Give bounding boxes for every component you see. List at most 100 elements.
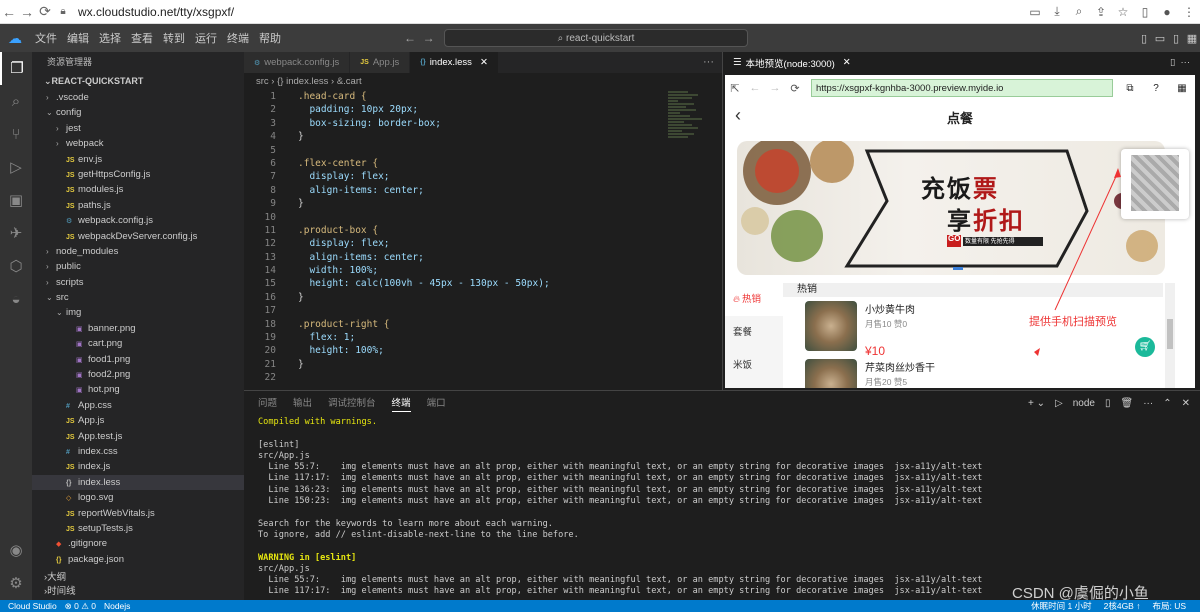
account-icon[interactable]: ◉ [0, 534, 32, 567]
category-item[interactable]: 米饭 [725, 349, 783, 382]
browser-url[interactable]: wx.cloudstudio.net/tty/xsgpxf/ [78, 5, 1024, 19]
tree-file[interactable]: ▣ cart.png [32, 336, 244, 351]
tree-folder[interactable]: ⌄ src [32, 290, 244, 305]
tree-file[interactable]: # App.css [32, 398, 244, 413]
menu-item[interactable]: 运行 [190, 30, 222, 46]
tree-folder[interactable]: ⌄ img [32, 305, 244, 320]
tree-file[interactable]: ◇ logo.svg [32, 490, 244, 505]
tree-folder[interactable]: › scripts [32, 275, 244, 290]
tree-file[interactable]: # index.css [32, 444, 244, 459]
close-panel-icon[interactable]: ✕ [1182, 398, 1190, 409]
menu-item[interactable]: 编辑 [62, 30, 94, 46]
tree-folder[interactable]: › jest [32, 121, 244, 136]
qr-code-icon[interactable]: ▦ [1173, 83, 1191, 94]
menu-item[interactable]: 文件 [30, 30, 62, 46]
panel-tab[interactable]: 调试控制台 [328, 395, 376, 412]
more-actions-icon[interactable]: ··· [1181, 57, 1191, 68]
tree-file[interactable]: ◆ .gitignore [32, 536, 244, 551]
tree-file[interactable]: JS webpackDevServer.config.js [32, 229, 244, 244]
tree-file[interactable]: ▣ food1.png [32, 352, 244, 367]
tree-file[interactable]: {} package.json [32, 552, 244, 567]
more-actions-icon[interactable]: ··· [1143, 398, 1153, 409]
tree-file[interactable]: JS getHttpsConfig.js [32, 167, 244, 182]
split-terminal-icon[interactable]: ▯ [1105, 398, 1111, 409]
close-icon[interactable]: ✕ [843, 57, 851, 68]
breadcrumb-item[interactable]: src [256, 76, 269, 87]
tree-file[interactable]: ▣ food2.png [32, 367, 244, 382]
minimap[interactable] [668, 90, 708, 190]
menu-item[interactable]: 转到 [158, 30, 190, 46]
zoom-icon[interactable]: ⌕ [1068, 4, 1090, 19]
reload-icon[interactable]: ⟳ [785, 82, 805, 95]
maximize-panel-icon[interactable]: ⌃ [1163, 398, 1171, 409]
browser-back-icon[interactable]: ← [0, 4, 18, 20]
explorer-icon[interactable]: ❐ [0, 52, 32, 85]
tree-folder[interactable]: › public [32, 259, 244, 274]
copy-icon[interactable]: ⧉ [1121, 83, 1139, 94]
menu-item[interactable]: 选择 [94, 30, 126, 46]
customize-layout-icon[interactable]: ▦ [1184, 32, 1200, 45]
tab-app-js[interactable]: JS App.js [350, 52, 411, 73]
install-icon[interactable]: ▭ [1024, 5, 1046, 19]
more-actions-icon[interactable]: ··· [695, 52, 722, 73]
tree-folder[interactable]: › node_modules [32, 244, 244, 259]
status-item[interactable]: ⊗ 0 ⚠ 0 [65, 601, 96, 612]
breadcrumb-item[interactable]: &.cart [337, 76, 362, 87]
status-item[interactable]: Cloud Studio [8, 601, 57, 612]
help-icon[interactable]: ? [1147, 83, 1165, 94]
code-editor[interactable]: 1 .head-card {2 padding: 10px 20px; 3 box-… [244, 90, 722, 390]
tree-file[interactable]: JS setupTests.js [32, 521, 244, 536]
tree-file[interactable]: JS App.test.js [32, 429, 244, 444]
category-item[interactable]: 🔥︎ 热销 [725, 283, 783, 316]
terminal-output[interactable]: Compiled with warnings. [eslint] src/App.j… [258, 417, 1188, 598]
terminal-name[interactable]: node [1073, 398, 1095, 409]
cart-icon[interactable]: 🛒︎ [1135, 337, 1155, 357]
profile-icon[interactable]: ● [1156, 5, 1178, 19]
panel-tab[interactable]: 输出 [293, 395, 312, 412]
share-icon[interactable]: ⇪ [1090, 5, 1112, 19]
tab-webpack-config-js[interactable]: ⚙ webpack.config.js [244, 52, 351, 73]
browser-reload-icon[interactable]: ⟳ [36, 3, 54, 20]
tree-folder[interactable]: ⌄ config [32, 105, 244, 120]
tree-file[interactable]: JS reportWebVitals.js [32, 506, 244, 521]
tree-file[interactable]: JS paths.js [32, 198, 244, 213]
command-center[interactable]: ⌕ react-quickstart [444, 29, 748, 47]
tree-file[interactable]: ▣ banner.png [32, 321, 244, 336]
panel-tab[interactable]: 终端 [391, 395, 411, 412]
forward-icon[interactable]: → [765, 82, 785, 94]
menu-item[interactable]: 帮助 [254, 30, 286, 46]
panel-tab[interactable]: 问题 [258, 395, 277, 412]
status-item[interactable]: Nodejs [104, 601, 130, 612]
split-editor-icon[interactable]: ▯ [1170, 57, 1175, 68]
toggle-sidebar-icon[interactable]: ▯ [1136, 32, 1152, 45]
search-icon[interactable]: ⌕ [0, 85, 32, 118]
timeline-section[interactable]: ›时间线 [32, 584, 244, 600]
back-icon[interactable]: ← [745, 82, 765, 94]
nav-arrows[interactable]: ← → [404, 31, 444, 45]
menu-item[interactable]: 终端 [222, 30, 254, 46]
tree-file[interactable]: JS index.js [32, 459, 244, 474]
new-terminal-icon[interactable]: + ⌄ [1028, 398, 1045, 409]
trash-icon[interactable]: 🗑︎ [1121, 398, 1134, 409]
toggle-secondary-icon[interactable]: ▯ [1168, 32, 1184, 45]
preview-tab[interactable]: ☰ 本地预览(node:3000) ✕ ▯ ··· [723, 52, 1200, 73]
browser-forward-icon[interactable]: → [18, 4, 36, 20]
category-item[interactable]: 套餐 [725, 316, 783, 349]
toggle-panel-icon[interactable]: ▭ [1152, 32, 1168, 45]
panel-tab[interactable]: 端口 [427, 395, 446, 412]
extensions-icon[interactable]: ▣ [0, 184, 32, 217]
tree-file[interactable]: JS App.js [32, 413, 244, 428]
project-root[interactable]: ⌄REACT-QUICKSTART [32, 72, 244, 90]
menu-item[interactable]: 查看 [126, 30, 158, 46]
bookmark-star-icon[interactable]: ☆ [1112, 5, 1134, 19]
source-control-icon[interactable]: ⑂ [0, 118, 32, 151]
product-scrollbar[interactable] [1165, 283, 1175, 388]
close-icon[interactable]: ✕ [480, 57, 488, 68]
remote-icon[interactable]: ✈ [0, 217, 32, 250]
tree-file[interactable]: ▣ hot.png [32, 382, 244, 397]
scroll-thumb[interactable] [1167, 319, 1173, 349]
plugin-icon[interactable]: ◒ [0, 283, 32, 316]
preview-url-input[interactable]: https://xsgpxf-kgnhba-3000.preview.myide… [811, 79, 1113, 97]
sidepanel-icon[interactable]: ▯ [1134, 5, 1156, 19]
run-debug-icon[interactable]: ▷ [0, 151, 32, 184]
